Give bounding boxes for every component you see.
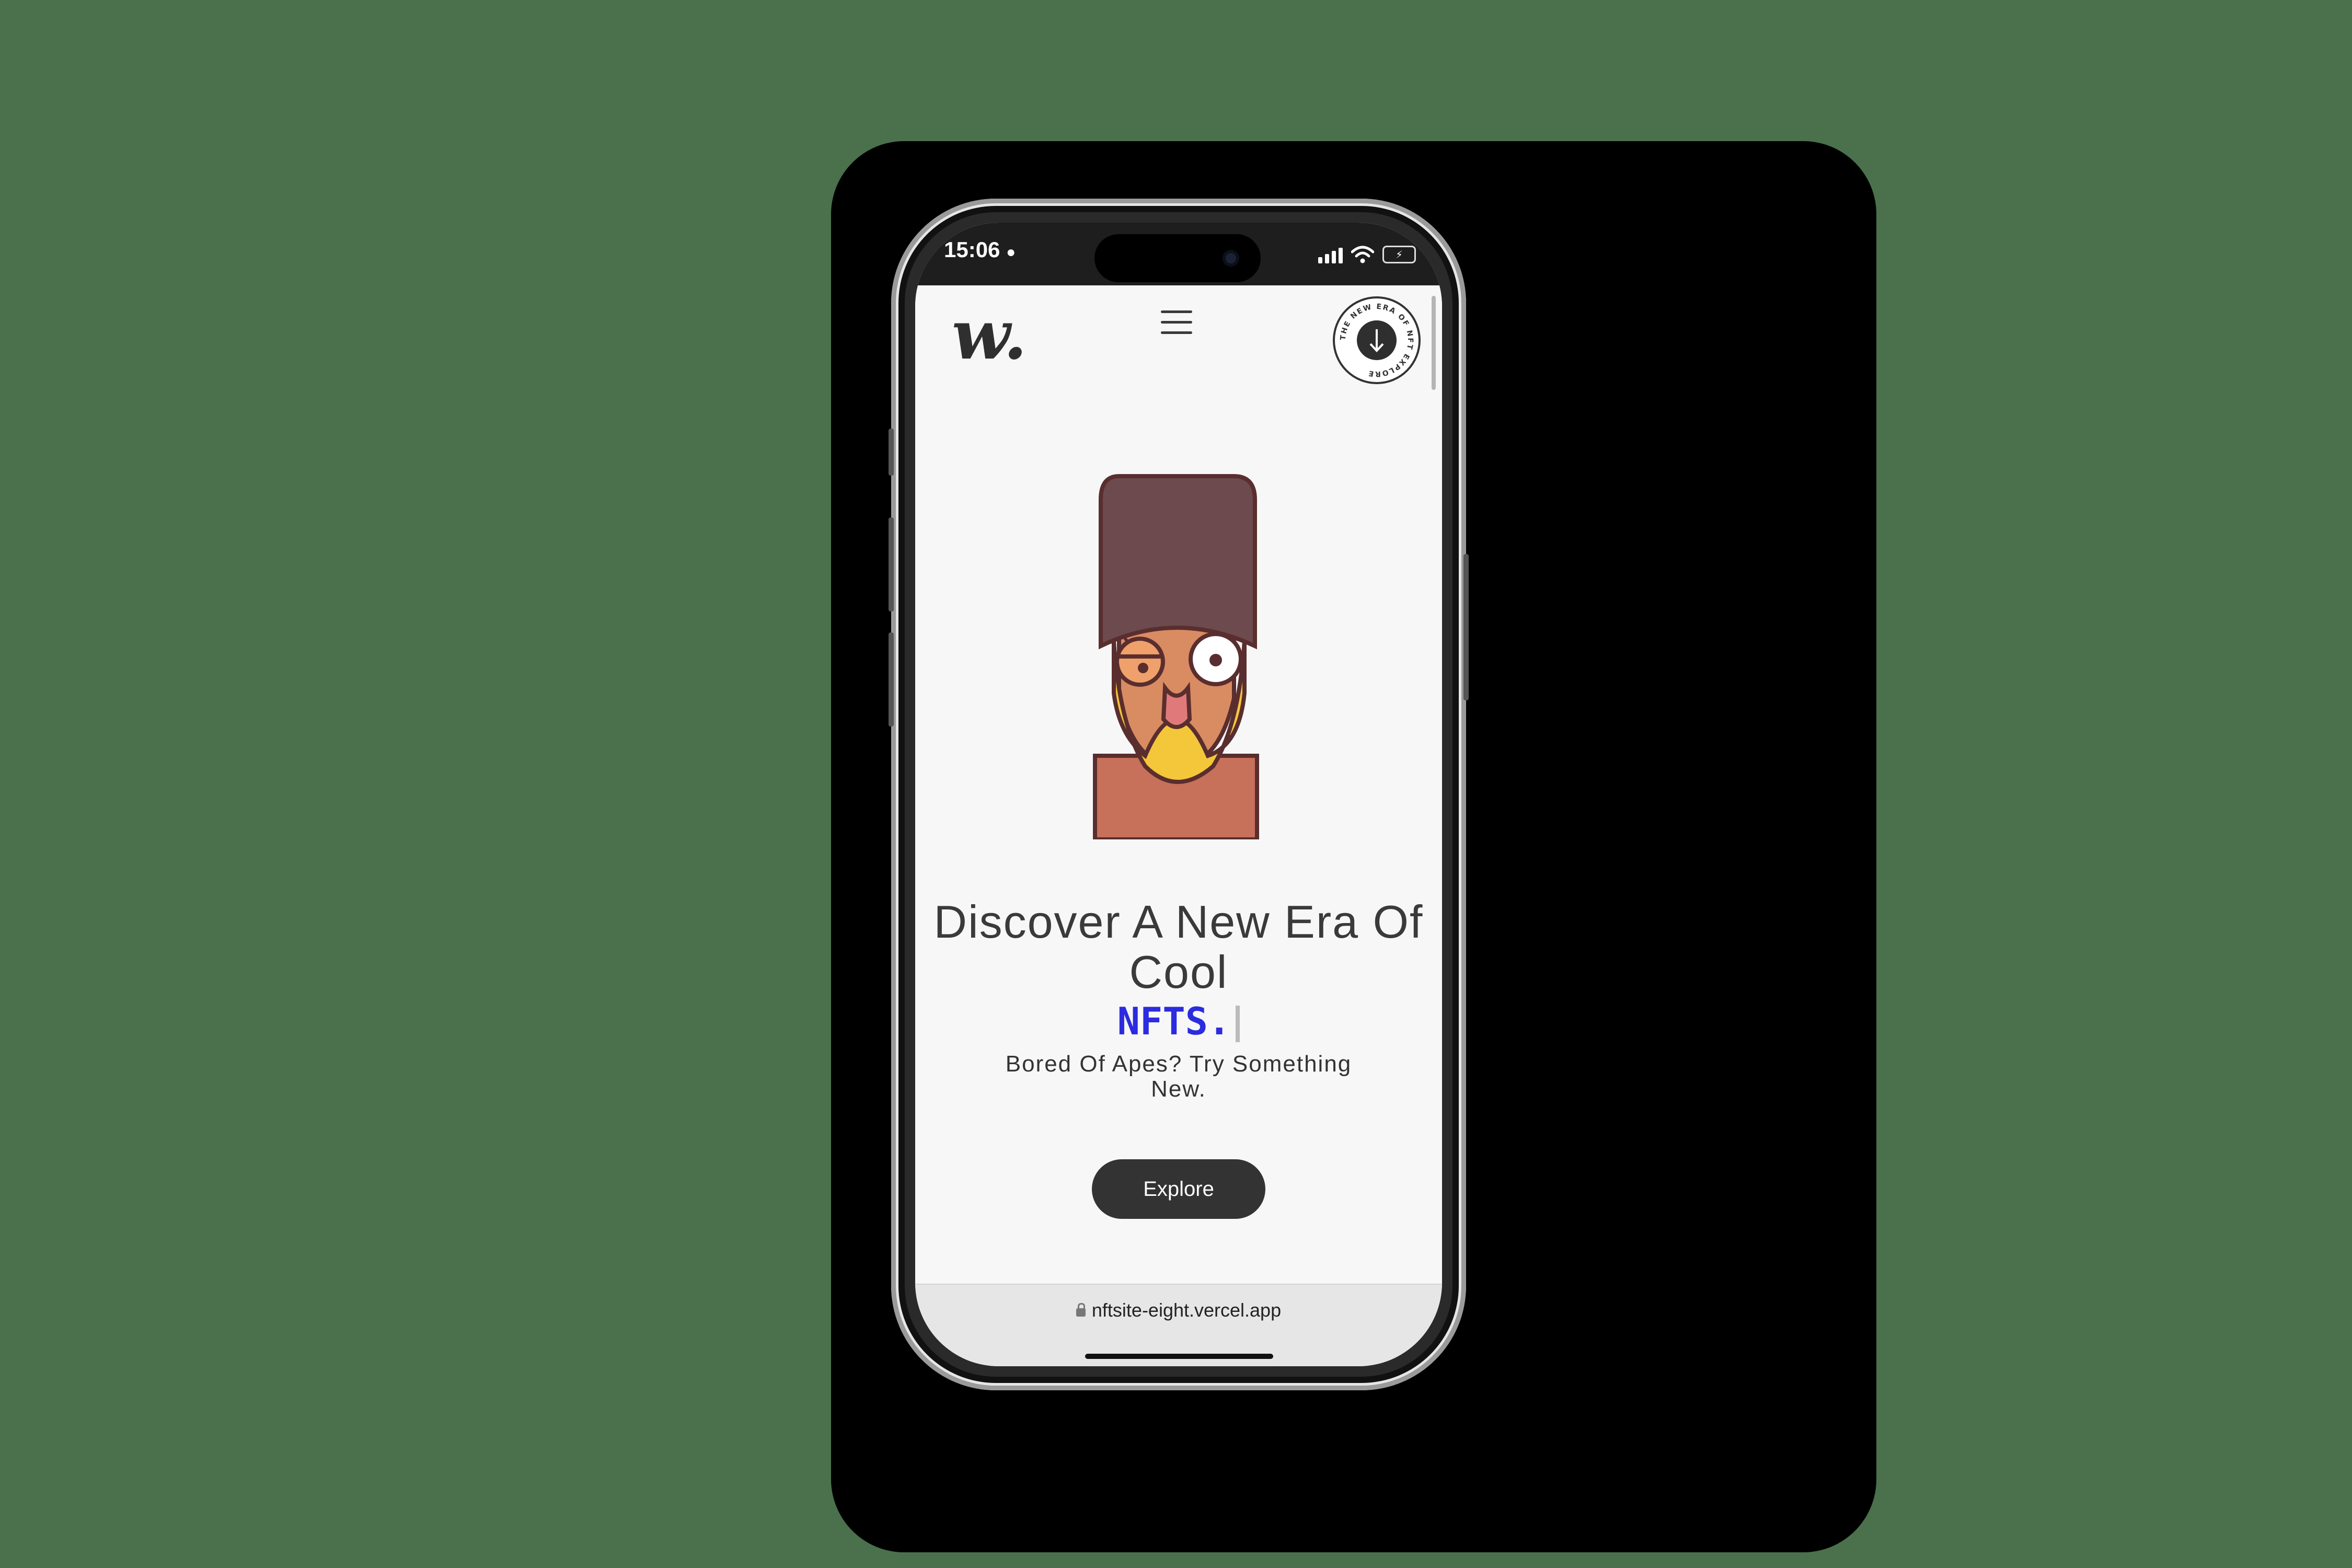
explore-badge[interactable]: THE NEW ERA OF NFT EXPLORE: [1332, 296, 1421, 385]
dynamic-island: [1094, 234, 1261, 282]
site-logo[interactable]: w.: [952, 301, 1027, 369]
web-page: w. THE NEW ERA OF NFT EXPLORE Discover A…: [915, 285, 1442, 1284]
menu-icon[interactable]: [1161, 310, 1192, 342]
nft-character-illustration: [1093, 474, 1259, 839]
front-camera-icon: [1223, 250, 1239, 267]
scrollbar[interactable]: [1432, 296, 1436, 390]
browser-address-bar[interactable]: nftsite-eight.vercel.app: [915, 1284, 1442, 1366]
power-button: [1463, 554, 1469, 700]
typed-word: NFTS.: [915, 999, 1442, 1043]
home-indicator[interactable]: [1085, 1354, 1273, 1359]
address-bar-url[interactable]: nftsite-eight.vercel.app: [915, 1299, 1442, 1321]
volume-up-button: [889, 517, 894, 612]
battery-icon: ⚡: [1382, 246, 1416, 263]
status-icons: ⚡: [1318, 243, 1416, 263]
typed-word-text: NFTS.: [1117, 999, 1231, 1043]
phone-screen: 15:06 ● ⚡ w. THE NEW ERA OF NFT EXPLORE …: [915, 223, 1442, 1366]
action-button: [889, 429, 894, 476]
person-icon: ●: [1006, 244, 1016, 261]
explore-button[interactable]: Explore: [1092, 1159, 1265, 1219]
hero-headline: Discover A New Era Of Cool: [933, 896, 1424, 998]
url-text: nftsite-eight.vercel.app: [1091, 1299, 1282, 1321]
status-bar: 15:06 ● ⚡: [915, 223, 1442, 285]
status-time: 15:06 ●: [944, 237, 1016, 262]
volume-down-button: [889, 632, 894, 727]
text-cursor: [1236, 1006, 1240, 1043]
hero-subheadline: Bored Of Apes? Try Something New.: [1005, 1051, 1352, 1102]
arrow-down-icon: [1357, 320, 1397, 360]
time-label: 15:06: [944, 237, 1000, 262]
wifi-icon: [1351, 246, 1374, 263]
signal-icon: [1318, 248, 1343, 263]
lock-icon: [1076, 1303, 1086, 1317]
